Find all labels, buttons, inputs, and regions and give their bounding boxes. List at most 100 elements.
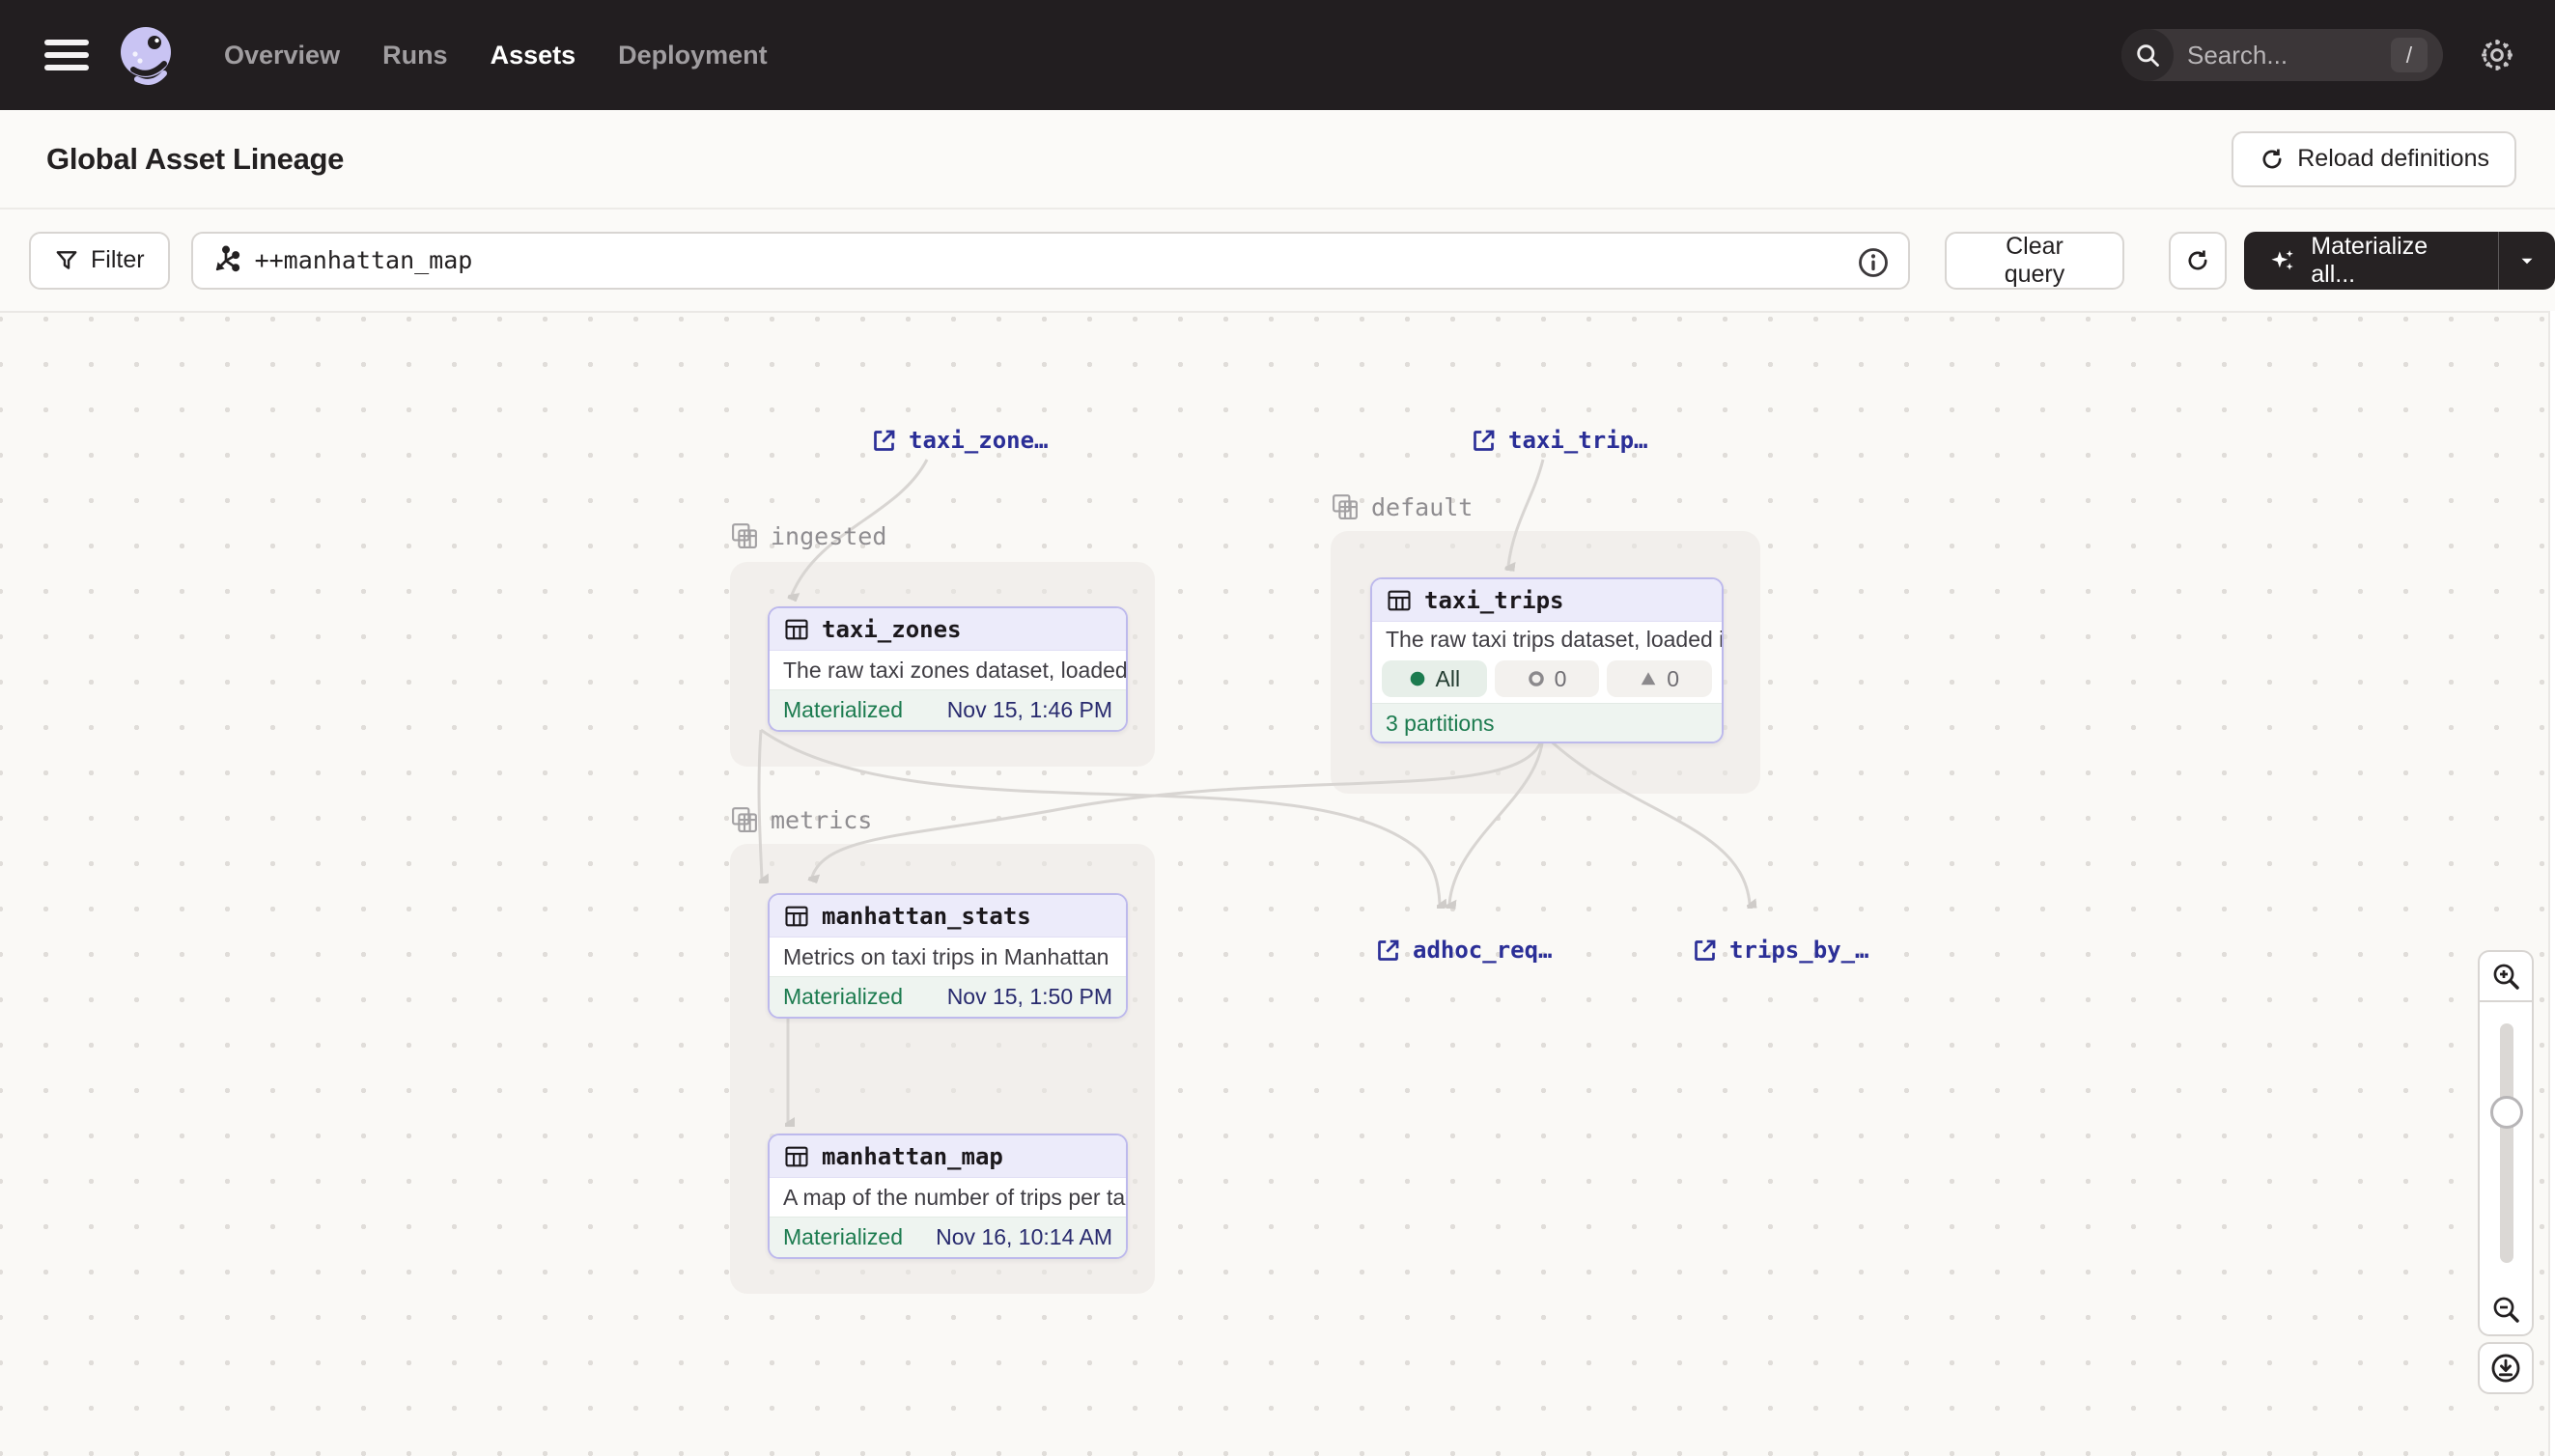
menu-icon[interactable] [44, 40, 89, 70]
asset-name: manhattan_map [822, 1143, 1003, 1170]
partitions-count: 3 partitions [1372, 703, 1722, 742]
zoom-slider-thumb[interactable] [2490, 1096, 2523, 1129]
zoom-slider[interactable] [2478, 1002, 2534, 1284]
group-table-icon [1331, 492, 1360, 521]
status-badge: Materialized [783, 697, 903, 723]
asset-node-manhattan-stats[interactable]: manhattan_stats Metrics on taxi trips in… [768, 893, 1128, 1019]
nav-assets[interactable]: Assets [491, 41, 576, 70]
zoom-slider-track[interactable] [2500, 1023, 2513, 1263]
asset-name: taxi_trips [1424, 587, 1564, 614]
external-asset-taxi-zone[interactable]: taxi_zone… [871, 427, 1049, 454]
sparkle-icon [2269, 246, 2297, 275]
external-asset-label: taxi_zone… [909, 427, 1049, 454]
external-asset-trips-by[interactable]: trips_by_… [1692, 937, 1869, 964]
pill-label: 0 [1667, 666, 1679, 692]
external-link-icon [871, 428, 897, 454]
dot-icon [1409, 670, 1426, 687]
status-badge: Materialized [783, 984, 903, 1010]
partitions-missing-pill[interactable]: 0 [1607, 660, 1712, 697]
group-name: ingested [771, 522, 886, 550]
group-name: default [1371, 493, 1473, 521]
search-icon [2121, 29, 2174, 81]
external-asset-taxi-trip[interactable]: taxi_trip… [1471, 427, 1648, 454]
asset-description: The raw taxi trips dataset, loaded into … [1372, 622, 1722, 657]
zoom-in-icon [2490, 961, 2521, 992]
reload-definitions-label: Reload definitions [2297, 145, 2489, 173]
refresh-icon [2184, 247, 2211, 274]
materialize-dropdown-button[interactable] [2499, 232, 2555, 290]
materialize-all-button[interactable]: Materialize all... [2244, 232, 2499, 290]
partitions-materialized-pill[interactable]: All [1382, 660, 1487, 697]
primary-nav: Overview Runs Assets Deployment [224, 41, 768, 70]
page-header: Global Asset Lineage Reload definitions [0, 110, 2555, 210]
clear-query-button[interactable]: Clear query [1945, 232, 2124, 290]
asset-description: The raw taxi zones dataset, loaded int..… [770, 651, 1126, 689]
group-label-ingested[interactable]: ingested [730, 521, 886, 550]
group-label-default[interactable]: default [1331, 492, 1473, 521]
asset-node-taxi-trips[interactable]: taxi_trips The raw taxi trips dataset, l… [1370, 577, 1724, 743]
lineage-toolbar: Filter Clear query [0, 210, 2555, 311]
lineage-canvas[interactable]: ingested default metrics taxi_zo [0, 311, 2550, 1456]
group-table-icon [730, 521, 759, 550]
clear-query-label: Clear query [1974, 233, 2095, 289]
partition-health-row: All 0 0 [1372, 657, 1722, 703]
materialization-timestamp: Nov 15, 1:50 PM [947, 984, 1112, 1010]
query-input[interactable] [255, 246, 1848, 274]
external-link-icon [1692, 938, 1718, 964]
materialization-timestamp: Nov 15, 1:46 PM [947, 697, 1112, 723]
table-icon [783, 616, 810, 643]
info-icon[interactable] [1856, 245, 1891, 285]
nav-deployment[interactable]: Deployment [618, 41, 768, 70]
graph-query-icon [211, 245, 241, 276]
lineage-edges [0, 313, 2550, 1456]
filter-button[interactable]: Filter [29, 232, 170, 290]
external-asset-adhoc-req[interactable]: adhoc_req… [1375, 937, 1553, 964]
zoom-out-icon [2490, 1294, 2521, 1325]
external-asset-label: trips_by_… [1729, 937, 1869, 964]
zoom-controls [2478, 950, 2534, 1336]
download-view-button[interactable] [2478, 1342, 2534, 1394]
triangle-icon [1640, 670, 1657, 687]
materialization-timestamp: Nov 16, 10:14 AM [936, 1224, 1112, 1250]
search-input[interactable] [2187, 41, 2361, 70]
zoom-in-button[interactable] [2478, 950, 2534, 1002]
asset-selection-input[interactable] [191, 232, 1911, 290]
asset-node-taxi-zones[interactable]: taxi_zones The raw taxi zones dataset, l… [768, 606, 1128, 732]
asset-name: taxi_zones [822, 616, 962, 643]
settings-gear-icon[interactable] [2468, 26, 2526, 84]
filter-funnel-icon [54, 248, 79, 273]
table-icon [783, 903, 810, 930]
nav-overview[interactable]: Overview [224, 41, 340, 70]
pill-label: 0 [1555, 666, 1567, 692]
asset-description: A map of the number of trips per taxi z.… [770, 1178, 1126, 1217]
search-bar[interactable]: / [2121, 29, 2443, 81]
pill-label: All [1436, 666, 1461, 692]
top-nav: Overview Runs Assets Deployment / [0, 0, 2555, 110]
external-asset-label: taxi_trip… [1508, 427, 1648, 454]
dagster-logo-icon[interactable] [116, 23, 180, 87]
refresh-button[interactable] [2169, 232, 2227, 290]
materialize-all-split-button: Materialize all... [2244, 232, 2555, 290]
partitions-failed-pill[interactable]: 0 [1495, 660, 1600, 697]
chevron-down-icon [2516, 250, 2538, 271]
external-link-icon [1375, 938, 1401, 964]
reload-definitions-button[interactable]: Reload definitions [2232, 131, 2516, 187]
ring-icon [1528, 670, 1545, 687]
reload-icon [2259, 146, 2286, 173]
zoom-out-button[interactable] [2478, 1284, 2534, 1336]
asset-node-manhattan-map[interactable]: manhattan_map A map of the number of tri… [768, 1134, 1128, 1259]
top-nav-right: / [2121, 26, 2555, 84]
search-shortcut-badge: / [2391, 38, 2428, 72]
table-icon [1386, 587, 1413, 614]
group-table-icon [730, 805, 759, 834]
status-badge: Materialized [783, 1224, 903, 1250]
group-name: metrics [771, 806, 872, 834]
dagster-app: Overview Runs Assets Deployment / [0, 0, 2555, 1456]
external-asset-label: adhoc_req… [1413, 937, 1553, 964]
nav-runs[interactable]: Runs [382, 41, 448, 70]
asset-name: manhattan_stats [822, 903, 1031, 930]
asset-description: Metrics on taxi trips in Manhattan [770, 938, 1126, 976]
external-link-icon [1471, 428, 1497, 454]
download-icon [2489, 1352, 2522, 1385]
group-label-metrics[interactable]: metrics [730, 805, 872, 834]
